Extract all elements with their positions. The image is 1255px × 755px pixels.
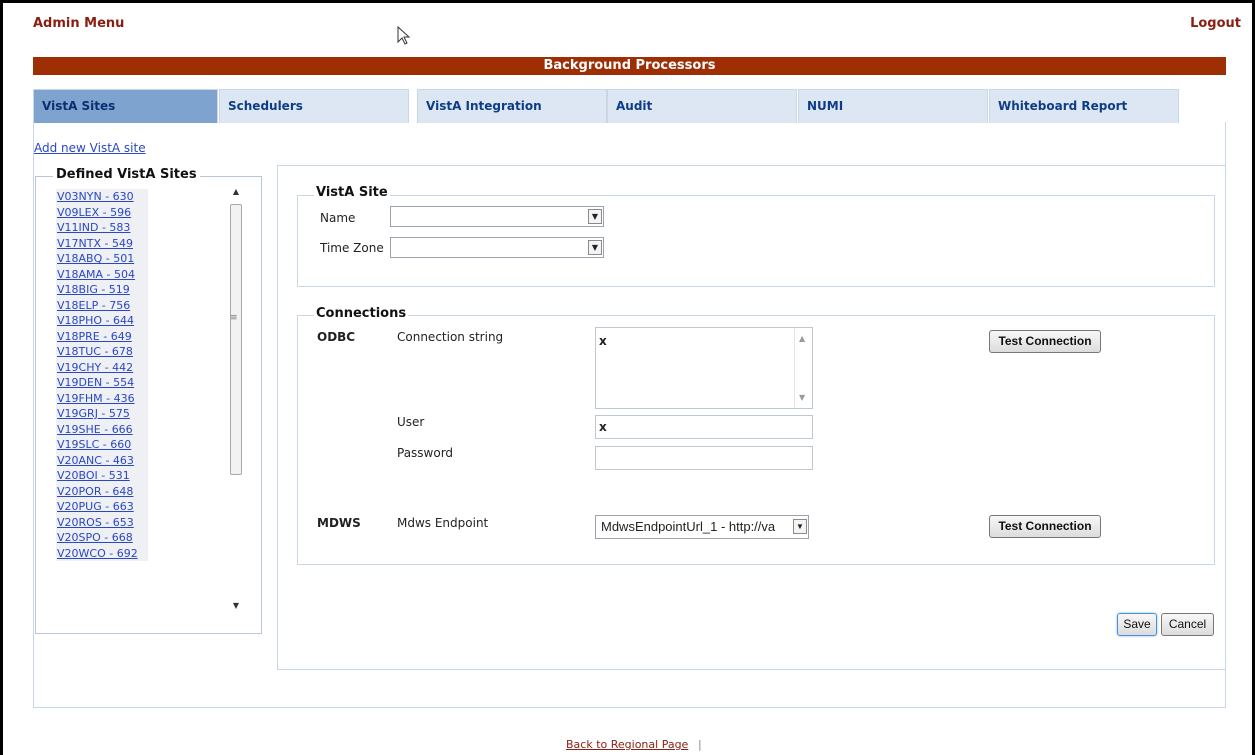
tab-schedulers[interactable]: Schedulers	[219, 89, 409, 123]
odbc-label: ODBC	[317, 330, 356, 344]
mouse-cursor-icon	[397, 26, 411, 45]
site-list-item[interactable]: V18ABQ - 501	[56, 251, 148, 267]
site-list-item[interactable]: V20ROS - 653	[56, 514, 148, 530]
tab-audit[interactable]: Audit	[607, 89, 797, 123]
scrollbar-thumb[interactable]	[230, 204, 242, 475]
password-input[interactable]	[595, 446, 813, 470]
site-list-item[interactable]: V20WCO - 692	[56, 545, 148, 561]
name-label: Name	[320, 211, 356, 225]
save-button[interactable]: Save	[1117, 613, 1157, 636]
footer-separator: |	[698, 738, 702, 751]
tab-vista-integration[interactable]: VistA Integration	[417, 89, 607, 123]
site-list-item[interactable]: V20BOI - 531	[56, 468, 148, 484]
back-to-regional-link[interactable]: Back to Regional Page	[566, 738, 688, 751]
mdws-test-connection-button[interactable]: Test Connection	[989, 515, 1101, 538]
site-list-item[interactable]: V18ELP - 756	[56, 297, 148, 313]
chevron-down-icon[interactable]: ▼	[588, 240, 602, 255]
logout-link[interactable]: Logout	[1190, 16, 1241, 31]
connection-string-textarea[interactable]: x ▲ ▼	[595, 327, 813, 409]
site-list-item[interactable]: V20PUG - 663	[56, 499, 148, 515]
scroll-down-icon[interactable]: ▼	[799, 393, 805, 402]
tab-whiteboard-report[interactable]: Whiteboard Report	[989, 89, 1179, 123]
mdws-endpoint-value: MdwsEndpointUrl_1 - http://va	[601, 519, 776, 534]
site-list-item[interactable]: V11IND - 583	[56, 220, 148, 236]
mdws-label: MDWS	[317, 516, 361, 530]
site-list-item[interactable]: V18PRE - 649	[56, 328, 148, 344]
mdws-endpoint-select[interactable]: MdwsEndpointUrl_1 - http://va ▼	[595, 515, 809, 539]
site-list-item[interactable]: V20ANC - 463	[56, 452, 148, 468]
site-list-item[interactable]: V19GRJ - 575	[56, 406, 148, 422]
site-list-item[interactable]: V03NYN - 630	[56, 189, 148, 205]
vista-site-legend: VistA Site	[314, 185, 390, 200]
timezone-select[interactable]: ▼	[390, 237, 604, 258]
page-title: Background Processors	[33, 57, 1226, 75]
site-list-item[interactable]: V19SHE - 666	[56, 421, 148, 437]
scroll-down-icon[interactable]: ▼	[228, 599, 244, 613]
site-list-item[interactable]: V19SLC - 660	[56, 437, 148, 453]
chevron-down-icon[interactable]: ▼	[793, 519, 807, 534]
site-list-item[interactable]: V17NTX - 549	[56, 235, 148, 251]
odbc-test-connection-button[interactable]: Test Connection	[989, 330, 1101, 353]
site-list-item[interactable]: V20POR - 648	[56, 483, 148, 499]
chevron-down-icon[interactable]: ▼	[588, 209, 602, 224]
site-list-item[interactable]: V18TUC - 678	[56, 344, 148, 360]
site-list-item[interactable]: V18BIG - 519	[56, 282, 148, 298]
site-list-item[interactable]: V09LEX - 596	[56, 204, 148, 220]
admin-menu-link[interactable]: Admin Menu	[33, 16, 124, 31]
mdws-endpoint-label: Mdws Endpoint	[397, 516, 489, 530]
defined-sites-legend: Defined VistA Sites	[53, 167, 200, 182]
connections-legend: Connections	[314, 306, 409, 321]
user-input[interactable]: x	[595, 415, 813, 439]
scroll-up-icon[interactable]: ▲	[228, 185, 244, 199]
cancel-button[interactable]: Cancel	[1161, 613, 1214, 636]
tab-numi[interactable]: NUMI	[798, 89, 988, 123]
timezone-label: Time Zone	[320, 241, 384, 255]
add-vista-site-link[interactable]: Add new VistA site	[34, 141, 146, 155]
site-list-item[interactable]: V19DEN - 554	[56, 375, 148, 391]
user-label: User	[397, 415, 425, 429]
site-list-item[interactable]: V19CHY - 442	[56, 359, 148, 375]
site-list-item[interactable]: V20SPO - 668	[56, 530, 148, 546]
scroll-grip-icon: ≡	[230, 313, 238, 323]
site-list-item[interactable]: V18PHO - 644	[56, 313, 148, 329]
site-list[interactable]: V03NYN - 630 V09LEX - 596 V11IND - 583 V…	[56, 189, 148, 561]
site-list-item[interactable]: V18AMA - 504	[56, 266, 148, 282]
scroll-up-icon[interactable]: ▲	[799, 334, 805, 343]
site-list-item[interactable]: V19FHM - 436	[56, 390, 148, 406]
connection-string-label: Connection string	[397, 330, 504, 344]
tab-vista-sites[interactable]: VistA Sites	[33, 89, 218, 123]
name-select[interactable]: ▼	[390, 206, 604, 227]
connection-string-value: x	[599, 334, 607, 348]
site-list-scrollbar[interactable]: ▲ ≡ ▼	[228, 185, 244, 617]
textarea-scrollbar[interactable]: ▲ ▼	[794, 328, 812, 408]
password-label: Password	[397, 446, 454, 460]
